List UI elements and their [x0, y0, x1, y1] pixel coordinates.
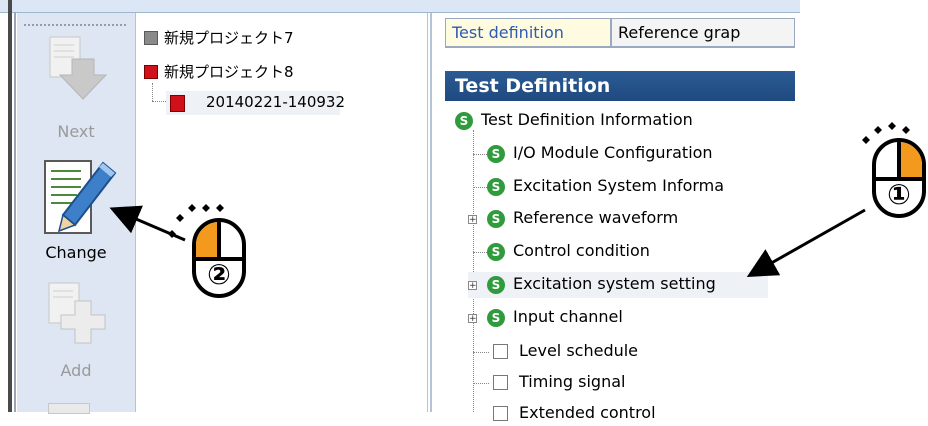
mouse-body: ② [192, 218, 246, 298]
arrow-to-excitation-setting [746, 208, 866, 277]
mouse-left-button-highlight [196, 222, 219, 258]
mouse-click-icon-2: ② [168, 204, 246, 308]
step-number: ② [207, 258, 231, 291]
annotation-arrows [109, 205, 866, 277]
mouse-click-icon-1: ① [862, 122, 928, 228]
mouse-divider [897, 142, 901, 180]
mouse-body: ① [872, 138, 926, 218]
mouse-right-button-highlight [899, 142, 922, 178]
step-number: ① [887, 178, 911, 211]
mouse-divider [217, 222, 221, 260]
